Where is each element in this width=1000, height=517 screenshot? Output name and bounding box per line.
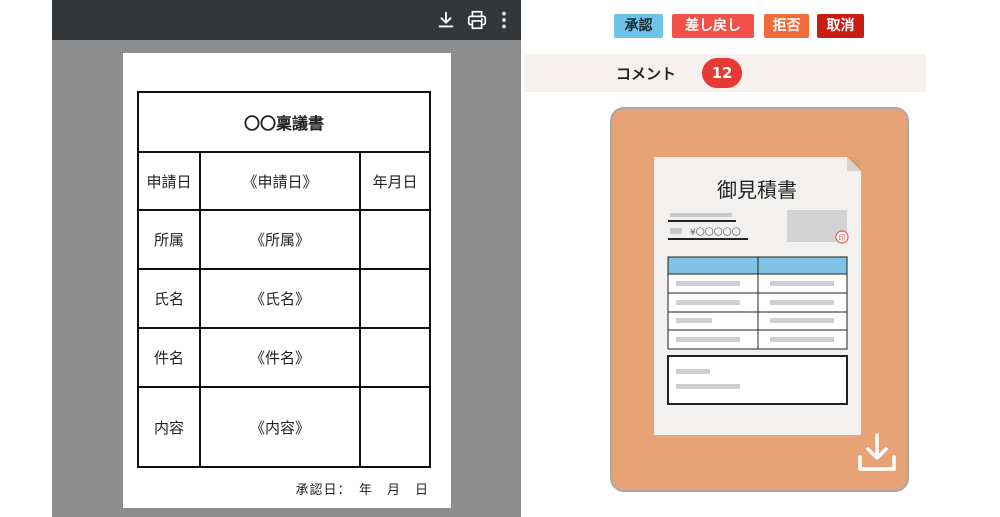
row-value: 《申請日》 [199, 151, 361, 211]
estimate-document-thumbnail: 御見積書 ¥〇〇〇〇〇 印 [654, 157, 861, 435]
row-extra [358, 268, 432, 329]
row-extra [358, 386, 432, 468]
row-extra: 年月日 [358, 151, 432, 211]
viewer-toolbar [52, 0, 521, 40]
form-title: 〇〇稟議書 [136, 91, 432, 153]
download-icon[interactable] [855, 431, 899, 475]
cancel-button[interactable]: 取消 [817, 14, 864, 38]
row-value: 《件名》 [199, 327, 361, 388]
ringi-form-table: 〇〇稟議書 申請日 《申請日》 年月日 所属 《所属》 氏名 《氏名》 件名 《… [136, 91, 432, 468]
thumbnail-title: 御見積書 [717, 178, 797, 202]
row-label: 件名 [137, 327, 201, 388]
row-label: 申請日 [137, 151, 201, 211]
more-vert-icon[interactable] [493, 9, 515, 31]
attachment-card[interactable]: 御見積書 ¥〇〇〇〇〇 印 [610, 107, 909, 492]
thumbnail-amount: ¥〇〇〇〇〇 [690, 227, 741, 238]
table-row: 内容 《内容》 [137, 386, 432, 468]
table-row: 申請日 《申請日》 年月日 [137, 151, 432, 211]
table-row: 所属 《所属》 [137, 209, 432, 270]
pdf-viewer: 〇〇稟議書 申請日 《申請日》 年月日 所属 《所属》 氏名 《氏名》 件名 《… [52, 0, 521, 517]
comment-count-badge: 12 [702, 58, 742, 88]
document-page: 〇〇稟議書 申請日 《申請日》 年月日 所属 《所属》 氏名 《氏名》 件名 《… [123, 53, 451, 508]
row-label: 氏名 [137, 268, 201, 329]
print-icon[interactable] [466, 9, 488, 31]
comment-tab[interactable]: コメント 12 [524, 54, 926, 92]
table-row: 氏名 《氏名》 [137, 268, 432, 329]
download-icon[interactable] [435, 9, 457, 31]
row-extra [358, 209, 432, 270]
row-value: 《所属》 [199, 209, 361, 270]
remand-button[interactable]: 差し戻し [672, 14, 754, 38]
approval-date-line: 承認日： 年 月 日 [295, 483, 429, 498]
reject-button[interactable]: 拒否 [764, 14, 809, 38]
thumbnail-seal: 印 [839, 234, 846, 242]
row-value: 《内容》 [199, 386, 361, 468]
comment-label: コメント [616, 65, 677, 83]
row-label: 内容 [137, 386, 201, 468]
table-row: 件名 《件名》 [137, 327, 432, 388]
row-value: 《氏名》 [199, 268, 361, 329]
approve-button[interactable]: 承認 [614, 14, 663, 38]
row-label: 所属 [137, 209, 201, 270]
row-extra [358, 327, 432, 388]
